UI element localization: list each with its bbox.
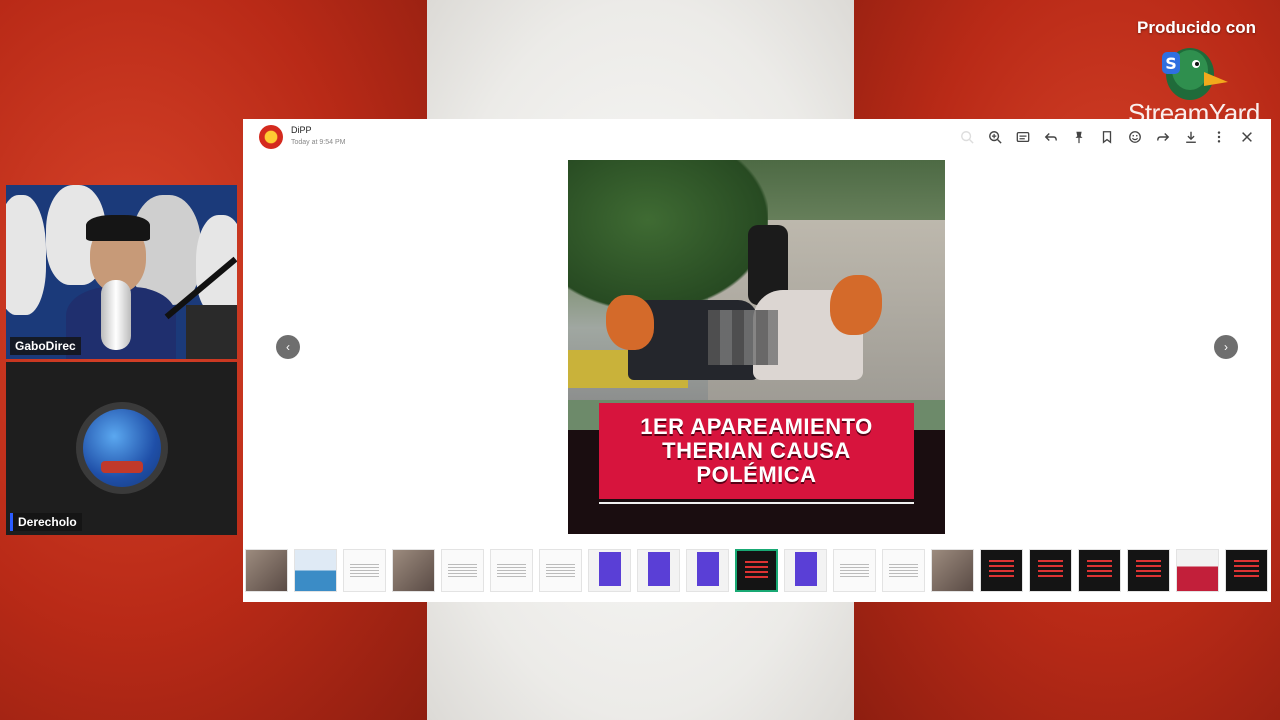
sender-name[interactable]: DiPP xyxy=(291,125,312,135)
chevron-left-icon: ‹ xyxy=(286,340,290,354)
produced-with-label: Producido con xyxy=(1137,18,1256,37)
zoom-out-icon[interactable] xyxy=(957,127,977,147)
fox-mask xyxy=(830,275,882,335)
fox-mask xyxy=(606,295,654,350)
participant-avatar xyxy=(83,409,161,487)
viewer-toolbar xyxy=(957,127,1257,147)
thumbnail[interactable] xyxy=(1078,549,1121,592)
thumbnail[interactable] xyxy=(490,549,533,592)
background-art xyxy=(6,195,46,315)
svg-text:S: S xyxy=(1165,54,1177,73)
thumbnail[interactable] xyxy=(539,549,582,592)
next-image-button[interactable]: › xyxy=(1214,335,1238,359)
participant-tile-host[interactable]: GaboDirec xyxy=(6,185,237,359)
thumbnail[interactable] xyxy=(882,549,925,592)
download-icon[interactable] xyxy=(1181,127,1201,147)
post-image[interactable]: 1ER APAREAMIENTO THERIAN CAUSA POLÉMICA xyxy=(568,160,945,534)
bookmark-icon[interactable] xyxy=(1097,127,1117,147)
thumbnail[interactable] xyxy=(784,549,827,592)
censor-blur xyxy=(708,310,778,365)
forward-icon[interactable] xyxy=(1153,127,1173,147)
thumbnail[interactable] xyxy=(245,549,288,592)
message-timestamp: Today at 9:54 PM xyxy=(291,139,346,146)
participant-name: Derecholo xyxy=(10,513,82,531)
thumbnail[interactable] xyxy=(343,549,386,592)
participant-name: GaboDirec xyxy=(10,337,81,355)
participant-tile-guest[interactable]: Derecholo xyxy=(6,362,237,535)
sender-avatar[interactable] xyxy=(259,125,283,149)
streamyard-duck-logo: S xyxy=(1162,48,1228,100)
thumbnail[interactable] xyxy=(1176,549,1219,592)
post-headline: 1ER APAREAMIENTO THERIAN CAUSA POLÉMICA xyxy=(640,414,873,487)
headline-banner: 1ER APAREAMIENTO THERIAN CAUSA POLÉMICA xyxy=(599,403,914,499)
thumbnail-active[interactable] xyxy=(735,549,778,592)
image-viewer: DiPP Today at 9:54 PM ‹ › 1ER APAREAMIEN… xyxy=(243,119,1271,602)
thumbnail[interactable] xyxy=(441,549,484,592)
caption-icon[interactable] xyxy=(1013,127,1033,147)
thumbnail[interactable] xyxy=(1225,549,1268,592)
thumbnail[interactable] xyxy=(980,549,1023,592)
thumbnail[interactable] xyxy=(833,549,876,592)
thumbnail[interactable] xyxy=(294,549,337,592)
zoom-in-icon[interactable] xyxy=(985,127,1005,147)
thumbnail-strip xyxy=(243,549,1271,597)
thumbnail[interactable] xyxy=(392,549,435,592)
close-icon[interactable] xyxy=(1237,127,1257,147)
thumbnail[interactable] xyxy=(1127,549,1170,592)
viewer-topbar: DiPP Today at 9:54 PM xyxy=(243,119,1271,159)
previous-image-button[interactable]: ‹ xyxy=(276,335,300,359)
thumbnail[interactable] xyxy=(637,549,680,592)
react-emoji-icon[interactable] xyxy=(1125,127,1145,147)
microphone xyxy=(101,280,131,350)
pin-icon[interactable] xyxy=(1069,127,1089,147)
thumbnail[interactable] xyxy=(1029,549,1072,592)
reply-icon[interactable] xyxy=(1041,127,1061,147)
thumbnail[interactable] xyxy=(931,549,974,592)
thumbnail[interactable] xyxy=(686,549,729,592)
more-options-icon[interactable] xyxy=(1209,127,1229,147)
thumbnail[interactable] xyxy=(588,549,631,592)
chevron-right-icon: › xyxy=(1224,340,1228,354)
